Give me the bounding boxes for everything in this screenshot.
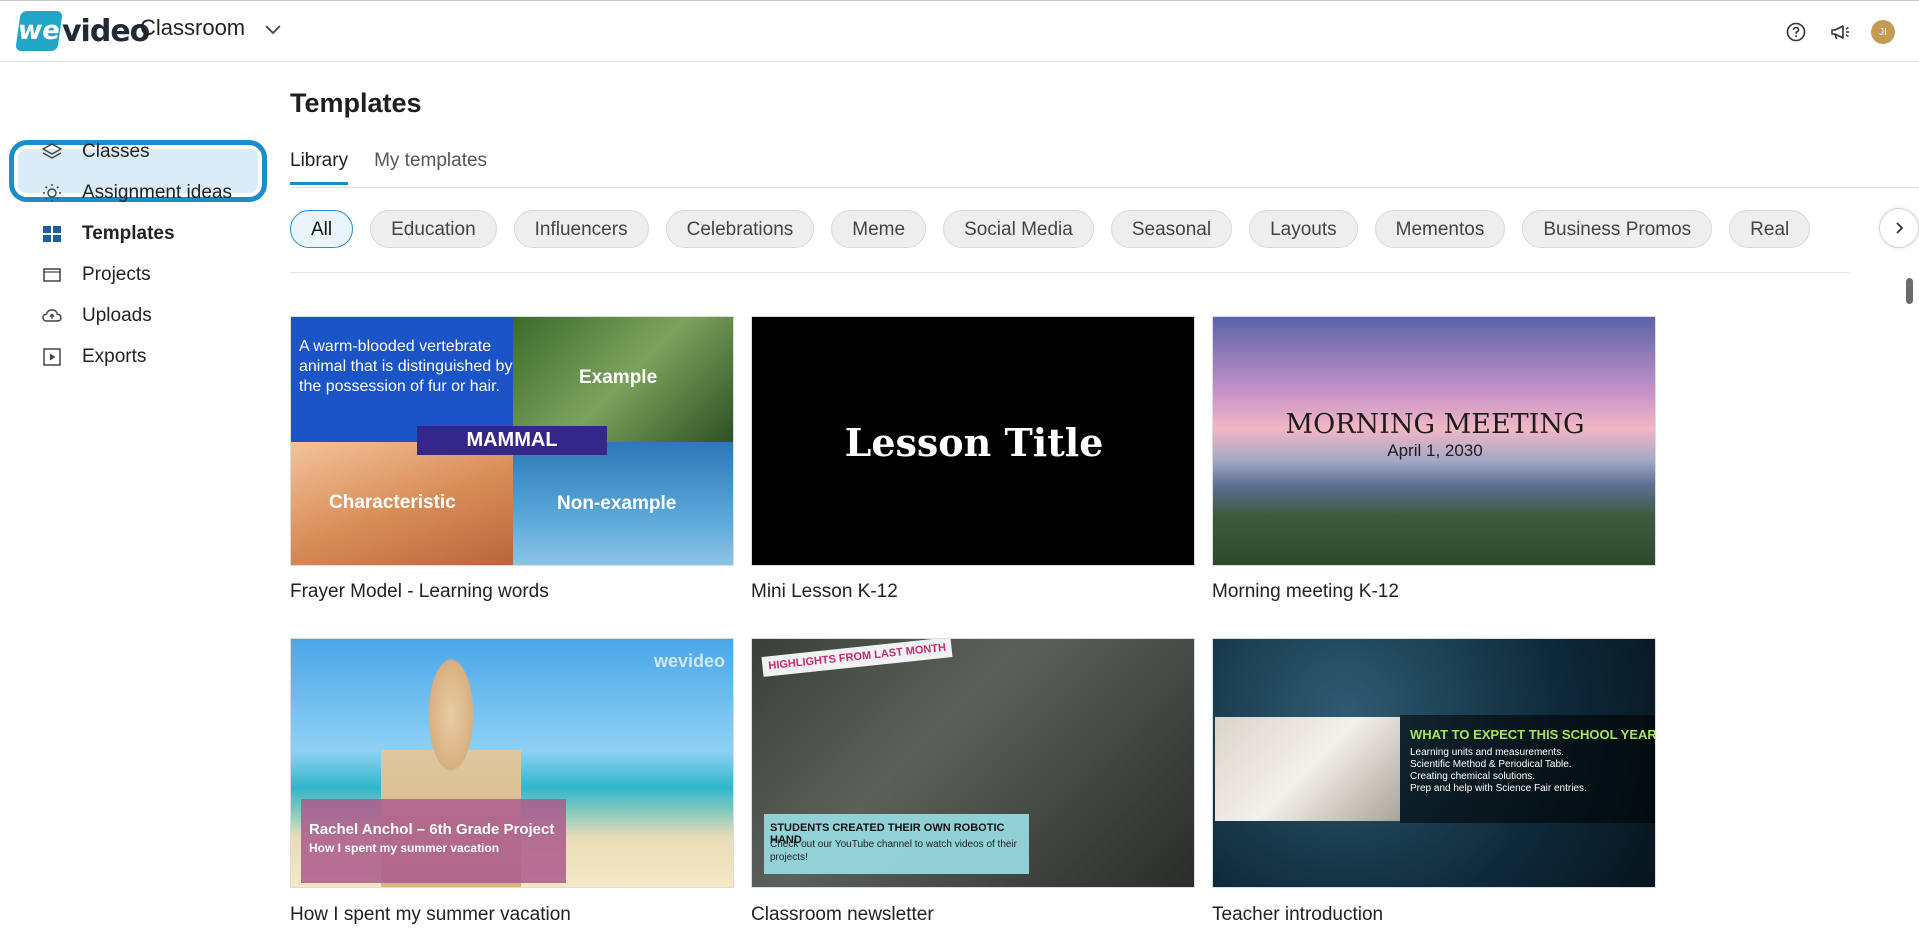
- thumb-sub-line: How I spent my summer vacation: [309, 841, 500, 855]
- thumb-name-line: Rachel Anchol – 6th Grade Project: [309, 821, 555, 838]
- thumb-date: April 1, 2030: [1387, 441, 1483, 460]
- filter-chip-business-promos[interactable]: Business Promos: [1522, 210, 1713, 248]
- thumb-caption-body: Check out our YouTube channel to watch v…: [770, 839, 1018, 863]
- template-card[interactable]: wevideo Rachel Anchol – 6th Grade Projec…: [290, 638, 734, 888]
- thumb-heading: WHAT TO EXPECT THIS SCHOOL YEAR: [1410, 727, 1656, 742]
- template-title[interactable]: Classroom newsletter: [751, 904, 934, 926]
- top-bar: we video Classroom JI: [0, 0, 1919, 62]
- filter-chip-education[interactable]: Education: [370, 210, 497, 248]
- template-title[interactable]: Teacher introduction: [1212, 904, 1383, 926]
- sidebar-item-assignment-ideas[interactable]: Assignment ideas: [38, 175, 232, 211]
- template-title[interactable]: How I spent my summer vacation: [290, 904, 571, 926]
- logo-text: video: [62, 13, 150, 49]
- filters-next-button[interactable]: [1879, 208, 1919, 248]
- grid-icon: [38, 220, 66, 248]
- filter-chips: All Education Influencers Celebrations Meme S…: [290, 210, 1895, 250]
- thumb-definition: A warm-blooded vertebrate animal that is…: [299, 338, 513, 395]
- template-title[interactable]: Morning meeting K-12: [1212, 581, 1656, 603]
- template-thumbnail[interactable]: HIGHLIGHTS FROM LAST MONTH STUDENTS CREA…: [751, 638, 1195, 888]
- help-icon[interactable]: [1783, 19, 1809, 45]
- filter-chip-all[interactable]: All: [290, 210, 354, 248]
- folder-icon: [38, 261, 66, 289]
- sidebar-item-label: Assignment ideas: [82, 182, 232, 203]
- megaphone-icon[interactable]: [1827, 19, 1853, 45]
- template-thumbnail[interactable]: WHAT TO EXPECT THIS SCHOOL YEAR Learning…: [1212, 638, 1656, 888]
- filter-chip-celebrations[interactable]: Celebrations: [665, 210, 815, 248]
- scrollbar-thumb[interactable]: [1906, 278, 1913, 304]
- thumb-caption: STUDENTS CREATED THEIR OWN ROBOTIC HAND …: [764, 814, 1029, 874]
- template-title[interactable]: Frayer Model - Learning words: [290, 581, 734, 603]
- thumb-heading: MORNING MEETING: [1285, 409, 1585, 440]
- thumb-lines: Learning units and measurements. Scienti…: [1410, 747, 1587, 794]
- filter-chip-mementos[interactable]: Mementos: [1374, 210, 1506, 248]
- filter-chip-layouts[interactable]: Layouts: [1249, 210, 1358, 248]
- sidebar-item-uploads[interactable]: Uploads: [38, 298, 152, 334]
- template-thumbnail[interactable]: A warm-blooded vertebrate animal that is…: [290, 316, 734, 566]
- template-card[interactable]: Lesson Title Mini Lesson K-12: [751, 316, 1195, 603]
- tabs-divider: [290, 187, 1919, 188]
- template-card[interactable]: HIGHLIGHTS FROM LAST MONTH STUDENTS CREA…: [751, 638, 1195, 888]
- filter-chip-seasonal[interactable]: Seasonal: [1110, 210, 1233, 248]
- cloud-upload-icon: [38, 302, 66, 330]
- tab-my-templates[interactable]: My templates: [374, 150, 487, 185]
- lightbulb-icon: [38, 179, 66, 207]
- filter-chip-meme[interactable]: Meme: [831, 210, 927, 248]
- sidebar-item-label: Classes: [82, 141, 150, 162]
- thumb-word: MAMMAL: [417, 426, 607, 455]
- main-content: Templates Library My templates All Educat…: [290, 62, 1919, 930]
- sidebar-item-templates[interactable]: Templates: [38, 216, 175, 252]
- template-thumbnail[interactable]: wevideo Rachel Anchol – 6th Grade Projec…: [290, 638, 734, 888]
- tab-library[interactable]: Library: [290, 150, 349, 185]
- thumb-caption: Rachel Anchol – 6th Grade Project How I …: [301, 799, 566, 883]
- chevron-down-icon[interactable]: [262, 18, 284, 40]
- filter-chip-real[interactable]: Real: [1729, 210, 1811, 248]
- sidebar-item-label: Projects: [82, 264, 151, 285]
- sidebar-item-label: Exports: [82, 346, 147, 367]
- page-title: Templates: [290, 88, 422, 118]
- chevron-right-icon: [1896, 222, 1904, 234]
- template-card[interactable]: MORNING MEETING April 1, 2030 Morning me…: [1212, 316, 1656, 603]
- tab-bar: Library My templates: [290, 150, 513, 185]
- thumb-textbox: WHAT TO EXPECT THIS SCHOOL YEAR Learning…: [1400, 715, 1656, 823]
- wevideo-logo[interactable]: we video: [15, 11, 150, 51]
- thumb-photo: [1215, 717, 1400, 821]
- template-title[interactable]: Mini Lesson K-12: [751, 581, 1195, 603]
- export-icon: [38, 343, 66, 371]
- template-thumbnail[interactable]: MORNING MEETING April 1, 2030: [1212, 316, 1656, 566]
- thumb-characteristic: Characteristic: [329, 492, 456, 513]
- filter-chip-influencers[interactable]: Influencers: [513, 210, 649, 248]
- filter-chip-social-media[interactable]: Social Media: [943, 210, 1094, 248]
- thumb-badge: HIGHLIGHTS FROM LAST MONTH: [761, 639, 953, 677]
- app-switcher-label[interactable]: Classroom: [140, 15, 245, 41]
- thumb-example: Example: [579, 367, 658, 388]
- layers-icon: [38, 138, 66, 166]
- thumb-watermark: wevideo: [653, 651, 725, 671]
- avatar[interactable]: JI: [1871, 20, 1895, 44]
- template-thumbnail[interactable]: Lesson Title: [751, 316, 1195, 566]
- sidebar-item-label: Uploads: [82, 305, 152, 326]
- logo-mark: we: [15, 11, 63, 51]
- sidebar-item-projects[interactable]: Projects: [38, 257, 151, 293]
- thumb-non-example: Non-example: [557, 493, 677, 514]
- thumb-heading: Lesson Title: [844, 419, 1104, 465]
- template-card[interactable]: A warm-blooded vertebrate animal that is…: [290, 316, 734, 603]
- template-card[interactable]: WHAT TO EXPECT THIS SCHOOL YEAR Learning…: [1212, 638, 1656, 888]
- sidebar-item-classes[interactable]: Classes: [38, 134, 150, 170]
- filters-divider: [290, 272, 1850, 273]
- sidebar-item-label: Templates: [82, 223, 175, 244]
- sidebar-item-exports[interactable]: Exports: [38, 339, 146, 375]
